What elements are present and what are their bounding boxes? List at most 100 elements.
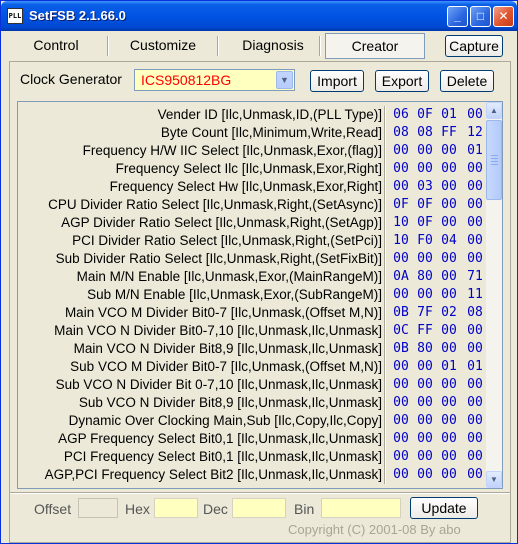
- hex-value-cell[interactable]: 00: [438, 197, 460, 212]
- hex-value-cell[interactable]: 01: [464, 359, 486, 374]
- hex-value-cell[interactable]: 00: [414, 413, 436, 428]
- tab-control[interactable]: Control: [11, 33, 101, 59]
- scroll-thumb[interactable]: [486, 120, 502, 200]
- hex-value-cell[interactable]: 7F: [414, 305, 436, 320]
- hex-value-cell[interactable]: 00: [464, 395, 486, 410]
- hex-value-cell[interactable]: 00: [390, 449, 412, 464]
- hex-value-cell[interactable]: 00: [414, 467, 436, 482]
- hex-value-cell[interactable]: 0A: [390, 269, 412, 284]
- hex-value-cell[interactable]: 00: [414, 359, 436, 374]
- hex-value-cell[interactable]: 11: [464, 287, 486, 302]
- hex-value-cell[interactable]: 00: [438, 413, 460, 428]
- hex-value-cell[interactable]: 00: [414, 377, 436, 392]
- hex-value-cell[interactable]: 00: [438, 143, 460, 158]
- hex-value-cell[interactable]: 00: [438, 449, 460, 464]
- hex-value-cell[interactable]: 00: [464, 323, 486, 338]
- hex-value-cell[interactable]: 00: [464, 179, 486, 194]
- hex-value-cell[interactable]: FF: [414, 323, 436, 338]
- close-button[interactable]: ✕: [493, 6, 514, 27]
- tab-customize[interactable]: Customize: [115, 33, 211, 59]
- hex-value-cell[interactable]: 0F: [390, 197, 412, 212]
- dec-field[interactable]: [232, 498, 286, 518]
- hex-value-cell[interactable]: 00: [438, 215, 460, 230]
- register-row[interactable]: Byte Count [Ilc,Minimum,Write,Read] 08 08 F…: [18, 124, 486, 142]
- hex-value-cell[interactable]: 0F: [414, 197, 436, 212]
- scroll-down-arrow-icon[interactable]: ▼: [486, 471, 502, 488]
- title-bar[interactable]: PLL SetFSB 2.1.66.0 _ □ ✕: [1, 1, 517, 31]
- hex-value-cell[interactable]: 00: [464, 107, 486, 122]
- hex-value-cell[interactable]: 08: [464, 305, 486, 320]
- hex-value-cell[interactable]: 71: [464, 269, 486, 284]
- hex-value-cell[interactable]: 00: [390, 161, 412, 176]
- hex-value-cell[interactable]: 0B: [390, 341, 412, 356]
- capture-button[interactable]: Capture: [445, 35, 503, 57]
- hex-value-cell[interactable]: 00: [438, 467, 460, 482]
- hex-value-cell[interactable]: 00: [438, 377, 460, 392]
- register-row[interactable]: Dynamic Over Clocking Main,Sub [Ilc,Copy…: [18, 412, 486, 430]
- register-row[interactable]: AGP Divider Ratio Select [Ilc,Unmask,Rig…: [18, 214, 486, 232]
- hex-value-cell[interactable]: 00: [464, 413, 486, 428]
- import-button[interactable]: Import: [310, 70, 364, 92]
- hex-value-cell[interactable]: 00: [464, 449, 486, 464]
- hex-value-cell[interactable]: 00: [438, 161, 460, 176]
- chevron-down-icon[interactable]: ▼: [276, 71, 293, 89]
- hex-value-cell[interactable]: 04: [438, 233, 460, 248]
- hex-value-cell[interactable]: 03: [414, 179, 436, 194]
- register-row[interactable]: Frequency Select Hw [Ilc,Unmask,Exor,Rig…: [18, 178, 486, 196]
- register-row[interactable]: PCI Frequency Select Bit0,1 [Ilc,Unmask,…: [18, 448, 486, 466]
- hex-value-cell[interactable]: 06: [390, 107, 412, 122]
- hex-value-cell[interactable]: 00: [438, 269, 460, 284]
- hex-value-cell[interactable]: 00: [464, 251, 486, 266]
- hex-value-cell[interactable]: 00: [390, 143, 412, 158]
- hex-value-cell[interactable]: 00: [390, 413, 412, 428]
- hex-value-cell[interactable]: 12: [464, 125, 486, 140]
- register-list[interactable]: Vender ID [Ilc,Unmask,ID,(PLL Type)] 06 0F…: [17, 101, 503, 489]
- register-row[interactable]: Vender ID [Ilc,Unmask,ID,(PLL Type)] 06 0F…: [18, 106, 486, 124]
- offset-field[interactable]: [78, 498, 118, 518]
- minimize-button[interactable]: _: [447, 6, 468, 27]
- hex-value-cell[interactable]: 01: [438, 359, 460, 374]
- register-row[interactable]: PCI Divider Ratio Select [Ilc,Unmask,Rig…: [18, 232, 486, 250]
- register-row[interactable]: CPU Divider Ratio Select [Ilc,Unmask,Rig…: [18, 196, 486, 214]
- hex-value-cell[interactable]: 00: [390, 179, 412, 194]
- register-row[interactable]: Sub VCO N Divider Bit8,9 [Ilc,Unmask,Ilc…: [18, 394, 486, 412]
- register-row[interactable]: Main VCO M Divider Bit0-7 [Ilc,Unmask,(O…: [18, 304, 486, 322]
- hex-field[interactable]: [154, 498, 198, 518]
- hex-value-cell[interactable]: 00: [414, 395, 436, 410]
- hex-value-cell[interactable]: 00: [438, 179, 460, 194]
- hex-value-cell[interactable]: 00: [390, 251, 412, 266]
- register-row[interactable]: Sub Divider Ratio Select [Ilc,Unmask,Rig…: [18, 250, 486, 268]
- hex-value-cell[interactable]: 00: [414, 449, 436, 464]
- hex-value-cell[interactable]: 00: [438, 287, 460, 302]
- vertical-scrollbar[interactable]: ▲ ▼: [485, 102, 502, 488]
- register-row[interactable]: Frequency Select Ilc [Ilc,Unmask,Exor,Ri…: [18, 160, 486, 178]
- register-row[interactable]: Sub VCO N Divider Bit 0-7,10 [Ilc,Unmask…: [18, 376, 486, 394]
- hex-value-cell[interactable]: 00: [390, 377, 412, 392]
- hex-value-cell[interactable]: 0F: [414, 215, 436, 230]
- hex-value-cell[interactable]: F0: [414, 233, 436, 248]
- hex-value-cell[interactable]: 00: [414, 431, 436, 446]
- hex-value-cell[interactable]: 00: [390, 395, 412, 410]
- hex-value-cell[interactable]: 00: [390, 431, 412, 446]
- export-button[interactable]: Export: [375, 70, 429, 92]
- hex-value-cell[interactable]: 00: [438, 251, 460, 266]
- hex-value-cell[interactable]: 00: [464, 431, 486, 446]
- hex-value-cell[interactable]: 00: [414, 161, 436, 176]
- hex-value-cell[interactable]: 00: [464, 197, 486, 212]
- hex-value-cell[interactable]: 00: [464, 215, 486, 230]
- register-row[interactable]: Sub M/N Enable [Ilc,Unmask,Exor,(SubRang…: [18, 286, 486, 304]
- delete-button[interactable]: Delete: [440, 70, 494, 92]
- hex-value-cell[interactable]: 00: [464, 341, 486, 356]
- scroll-up-arrow-icon[interactable]: ▲: [486, 102, 502, 119]
- hex-value-cell[interactable]: 00: [390, 359, 412, 374]
- hex-value-cell[interactable]: 00: [464, 377, 486, 392]
- register-row[interactable]: Main M/N Enable [Ilc,Unmask,Exor,(MainRa…: [18, 268, 486, 286]
- hex-value-cell[interactable]: 01: [438, 107, 460, 122]
- hex-value-cell[interactable]: 00: [438, 341, 460, 356]
- register-row[interactable]: AGP Frequency Select Bit0,1 [Ilc,Unmask,…: [18, 430, 486, 448]
- hex-value-cell[interactable]: 00: [390, 467, 412, 482]
- clock-generator-select[interactable]: ICS950812BG ▼: [134, 69, 295, 91]
- hex-value-cell[interactable]: FF: [438, 125, 460, 140]
- hex-value-cell[interactable]: 10: [390, 215, 412, 230]
- hex-value-cell[interactable]: 0F: [414, 107, 436, 122]
